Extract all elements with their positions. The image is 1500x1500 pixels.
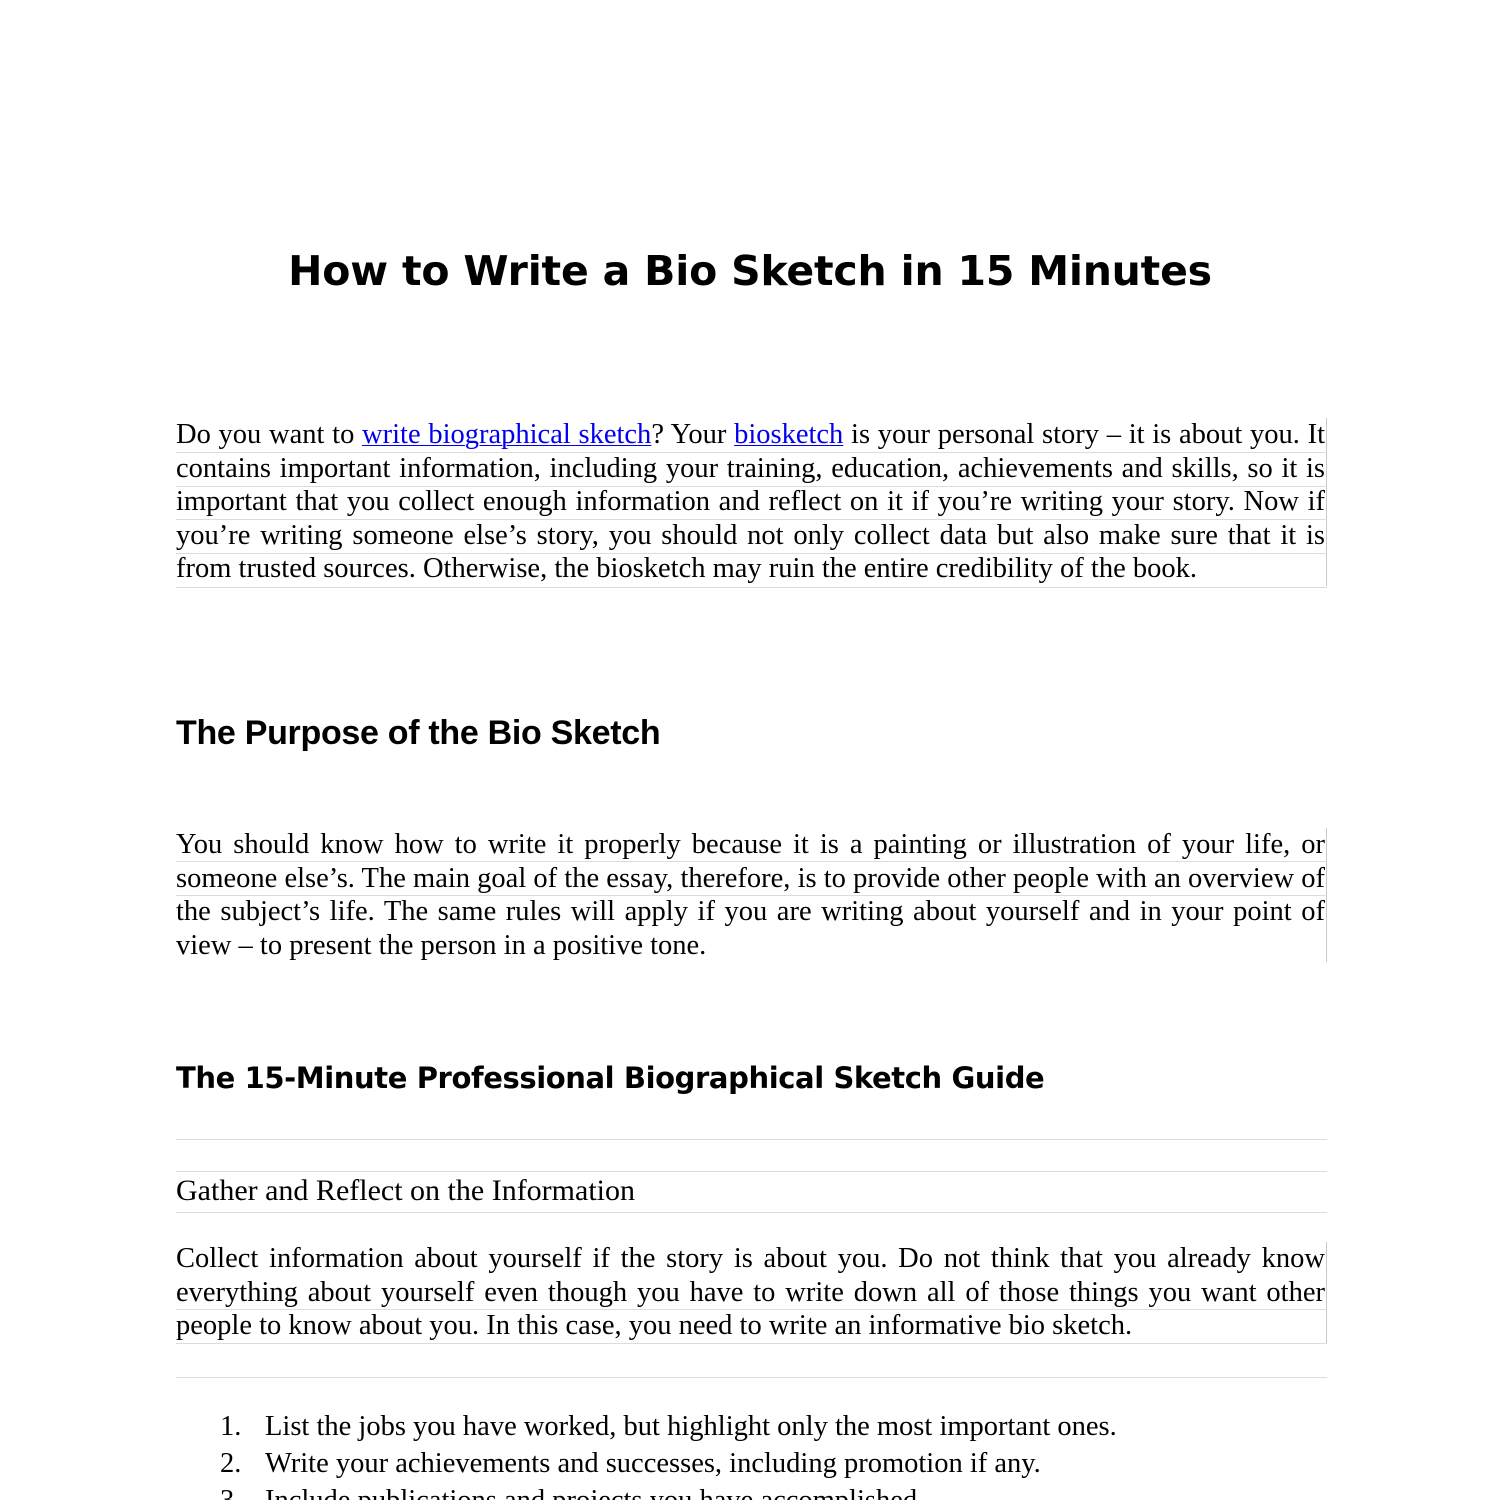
text-block-rule	[176, 486, 1327, 487]
heading-15-minute-guide: The 15-Minute Professional Biographical …	[176, 1061, 1045, 1095]
text-block-rule	[176, 1309, 1327, 1310]
text-block-rule	[176, 587, 1327, 588]
intro-paragraph: Do you want to write biographical sketch…	[176, 418, 1327, 586]
guide-steps-list: 1. List the jobs you have worked, but hig…	[176, 1408, 1325, 1500]
list-item: 2. Write your achievements and successes,…	[176, 1445, 1325, 1482]
intro-text-part1: Do you want to	[176, 419, 363, 450]
text-block-rule	[176, 1343, 1327, 1344]
heading-purpose-of-bio-sketch: The Purpose of the Bio Sketch	[176, 714, 661, 753]
guide-paragraph: Collect information about yourself if th…	[176, 1242, 1327, 1343]
text-block-rule	[176, 1377, 1327, 1378]
list-item-marker: 1.	[220, 1411, 242, 1442]
page-title: How to Write a Bio Sketch in 15 Minutes	[288, 247, 1212, 296]
text-block-rule	[176, 519, 1327, 520]
text-block-rule	[176, 895, 1327, 896]
write-biographical-sketch-link[interactable]: write biographical sketch	[362, 419, 651, 450]
list-item-label: List the jobs you have worked, but highl…	[265, 1411, 1117, 1442]
subheading-gather-and-reflect: Gather and Reflect on the Information	[176, 1174, 635, 1207]
list-item: 3. Include publications and projects you …	[176, 1482, 1325, 1500]
text-block-rule	[176, 553, 1327, 554]
list-item-marker: 3.	[220, 1482, 260, 1500]
biosketch-link[interactable]: biosketch	[734, 419, 843, 450]
document-page: How to Write a Bio Sketch in 15 Minutes …	[0, 0, 1500, 1500]
intro-text-part2: ? Your	[651, 419, 735, 450]
text-block-rule	[176, 1212, 1327, 1213]
list-item-marker: 2.	[220, 1448, 242, 1479]
list-item: 1. List the jobs you have worked, but hig…	[176, 1408, 1325, 1445]
text-block-rule	[176, 1171, 1327, 1172]
list-item-label: Write your achievements and successes, i…	[265, 1448, 1041, 1479]
text-block-rule	[176, 861, 1327, 862]
text-block-rule	[176, 1139, 1327, 1140]
list-item-label: Include publications and projects you ha…	[265, 1485, 924, 1500]
text-block-rule	[176, 452, 1327, 453]
